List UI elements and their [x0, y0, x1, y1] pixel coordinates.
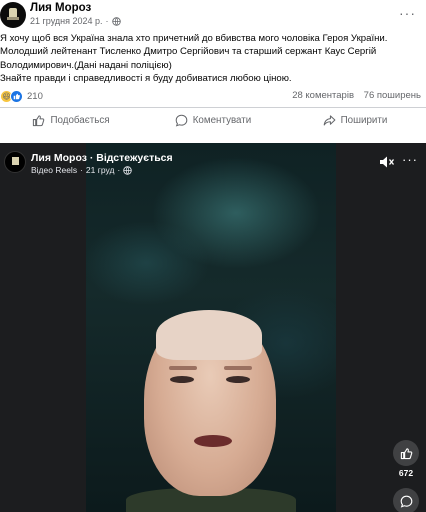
comment-button[interactable]: Коментувати — [142, 108, 284, 132]
like-button[interactable]: Подобається — [0, 108, 142, 132]
comment-label: Коментувати — [192, 114, 252, 126]
post-text-line: Я хочу щоб вся Україна знала хто причетн… — [0, 33, 388, 44]
post-text-line: Молодший лейтенант Тисленко Дмитро Сергі… — [0, 46, 377, 58]
following-status[interactable]: Відстежується — [96, 152, 172, 164]
thumbs-up-icon — [33, 114, 45, 126]
section-gap — [0, 133, 426, 143]
post-action-bar: Подобається Коментувати Поширити — [0, 108, 426, 132]
reel-author-line: Лия Мороз · Відстежується — [31, 152, 173, 164]
reel-player[interactable]: Лия Мороз · Відстежується Відео Reels · … — [0, 143, 426, 512]
left-brow — [169, 366, 197, 370]
share-label: Поширити — [340, 114, 388, 126]
share-icon — [323, 114, 336, 125]
post-text: Я хочу щоб вся Україна знала хто причетн… — [0, 32, 420, 85]
like-label: Подобається — [50, 114, 110, 126]
right-eye — [226, 376, 250, 383]
comment-icon — [400, 495, 412, 508]
reel-author-separator: · — [86, 152, 97, 164]
meta-separator: · — [105, 16, 109, 26]
like-reaction-icon — [10, 90, 23, 103]
post-author[interactable]: Лия Мороз — [30, 2, 91, 14]
reel-time[interactable]: 21 груд — [86, 165, 114, 175]
reel-like-count: 672 — [398, 468, 414, 478]
globe-icon — [111, 16, 121, 26]
reel-more-options-button[interactable]: ··· — [402, 152, 418, 167]
reel-meta-separator: · — [117, 165, 121, 175]
reel-meta: Відео Reels · 21 груд · — [31, 165, 132, 175]
left-eye — [170, 376, 194, 383]
post-meta: 21 грудня 2024 р. · — [30, 16, 121, 26]
post-more-options-button[interactable]: ··· — [399, 5, 416, 21]
post-header: Лия Мороз 21 грудня 2024 р. · ··· — [0, 0, 426, 34]
shares-count[interactable]: 76 поширень — [364, 90, 421, 101]
post-date[interactable]: 21 грудня 2024 р. — [30, 16, 103, 26]
reel-author-avatar[interactable] — [4, 151, 26, 173]
reel-comment-button[interactable] — [393, 488, 419, 512]
globe-icon — [123, 165, 132, 175]
right-brow — [224, 366, 252, 370]
reaction-count: 210 — [27, 91, 43, 102]
post-text-line: Володимирович.(Дані надані поліцією) — [0, 59, 172, 71]
reactions-summary[interactable]: 😆 210 — [0, 90, 43, 103]
thumbs-up-icon — [400, 447, 412, 459]
post-stats: 😆 210 28 коментарів 76 поширень — [0, 90, 426, 104]
reel-video-frame[interactable] — [86, 143, 336, 512]
share-button[interactable]: Поширити — [284, 108, 426, 132]
comments-count[interactable]: 28 коментарів — [292, 90, 354, 101]
muted-speaker-icon[interactable] — [379, 155, 395, 169]
reel-author-name[interactable]: Лия Мороз — [31, 152, 87, 164]
reel-source[interactable]: Відео Reels — [31, 165, 77, 175]
post-text-line: Знайте правди і справедливості я буду до… — [0, 72, 292, 84]
author-avatar[interactable] — [0, 2, 26, 28]
person-scalp — [156, 310, 262, 360]
reel-meta-separator: · — [80, 165, 83, 175]
comment-icon — [175, 114, 188, 127]
reel-like-button[interactable] — [393, 440, 419, 466]
mouth — [194, 435, 232, 447]
